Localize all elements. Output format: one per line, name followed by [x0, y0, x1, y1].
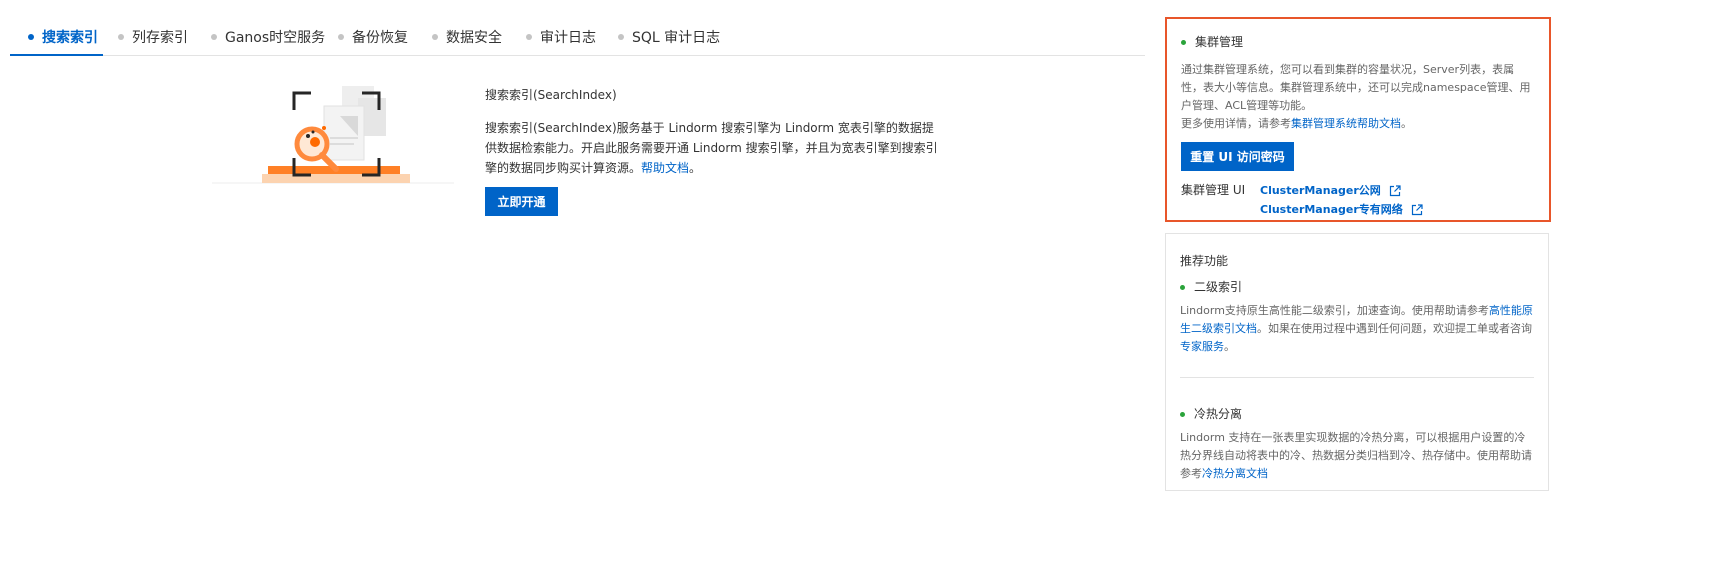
open-now-button[interactable]: 立即开通: [485, 187, 558, 216]
tab-label: Ganos时空服务: [225, 30, 326, 46]
cluster-ui-links: ClusterManager公网 ClusterManager专有网络: [1260, 181, 1423, 219]
private-link-text: ClusterManager专有网络: [1260, 203, 1403, 216]
status-dot-icon: [1180, 411, 1185, 417]
tab-dot-icon: [432, 34, 438, 40]
cluster-description: 通过集群管理系统，您可以看到集群的容量状况，Server列表，表属性，表大小等信…: [1181, 61, 1535, 133]
tab-search-index[interactable]: 搜索索引: [28, 18, 98, 56]
search-index-illustration: [212, 80, 454, 190]
cluster-ui-row: 集群管理 UI ClusterManager公网 ClusterManager专…: [1181, 181, 1535, 219]
status-dot-icon: [1180, 284, 1185, 290]
rec-text: 。: [1224, 340, 1235, 353]
tab-sql-audit-log[interactable]: SQL 审计日志: [618, 18, 720, 56]
tab-ganos[interactable]: Ganos时空服务: [211, 18, 325, 56]
search-index-illustration-icon: [212, 86, 454, 184]
rec-item-description: Lindorm 支持在一张表里实现数据的冷热分离，可以根据用户设置的冷热分界线自…: [1180, 429, 1534, 483]
expert-service-link[interactable]: 专家服务: [1180, 340, 1224, 353]
tab-label: 搜索索引: [42, 30, 98, 46]
cluster-manager-private-link[interactable]: ClusterManager专有网络: [1260, 200, 1423, 219]
hot-cold-doc-link[interactable]: 冷热分离文档: [1202, 467, 1268, 480]
rec-item-title-text: 冷热分离: [1194, 407, 1243, 421]
cluster-more-suffix: 。: [1401, 117, 1412, 130]
intro-title: 搜索索引(SearchIndex): [485, 88, 617, 102]
rec-text: 。如果在使用过程中遇到任何问题，欢迎提工单或者咨询: [1257, 322, 1532, 335]
cluster-ui-label: 集群管理 UI: [1181, 183, 1246, 197]
rec-text: Lindorm支持原生高性能二级索引，加速查询。使用帮助请参考: [1180, 304, 1489, 317]
recommend-title: 推荐功能: [1180, 254, 1229, 268]
cluster-desc-text: 通过集群管理系统，您可以看到集群的容量状况，Server列表，表属性，表大小等信…: [1181, 63, 1531, 112]
tab-label: 备份恢复: [352, 30, 408, 46]
cluster-title: 集群管理: [1181, 33, 1535, 51]
rec-item-title: 冷热分离: [1180, 405, 1534, 423]
external-link-icon: [1411, 203, 1423, 216]
active-tab-indicator: [10, 54, 103, 56]
tab-dot-icon: [118, 34, 124, 40]
public-link-text: ClusterManager公网: [1260, 184, 1381, 197]
tab-dot-icon: [211, 34, 217, 40]
divider: [1180, 377, 1534, 378]
status-dot-icon: [1181, 39, 1186, 45]
recommend-item-secondary-index: 二级索引 Lindorm支持原生高性能二级索引，加速查询。使用帮助请参考高性能原…: [1180, 278, 1534, 356]
tab-dot-icon: [526, 34, 532, 40]
tab-dot-icon: [28, 34, 34, 40]
cluster-title-text: 集群管理: [1195, 35, 1244, 49]
cluster-more-prefix: 更多使用详情，请参考: [1181, 117, 1291, 130]
tab-column-index[interactable]: 列存索引: [118, 18, 188, 56]
cluster-management-panel: 集群管理 通过集群管理系统，您可以看到集群的容量状况，Server列表，表属性，…: [1165, 17, 1551, 222]
intro-description: 搜索索引(SearchIndex)服务基于 Lindorm 搜索引擎为 Lind…: [485, 118, 945, 178]
rec-item-title: 二级索引: [1180, 278, 1534, 296]
cluster-help-doc-link[interactable]: 集群管理系统帮助文档: [1291, 117, 1401, 130]
tab-audit-log[interactable]: 审计日志: [526, 18, 596, 56]
recommend-item-hot-cold: 冷热分离 Lindorm 支持在一张表里实现数据的冷热分离，可以根据用户设置的冷…: [1180, 405, 1534, 483]
rec-item-title-text: 二级索引: [1194, 280, 1243, 294]
search-index-intro: 搜索索引(SearchIndex) 搜索索引(SearchIndex)服务基于 …: [485, 86, 945, 178]
tab-dot-icon: [618, 34, 624, 40]
cluster-manager-public-link[interactable]: ClusterManager公网: [1260, 181, 1423, 200]
intro-desc-end: 。: [689, 161, 702, 175]
rec-item-description: Lindorm支持原生高性能二级索引，加速查询。使用帮助请参考高性能原生二级索引…: [1180, 302, 1534, 356]
tab-data-security[interactable]: 数据安全: [432, 18, 502, 56]
tab-label: 数据安全: [446, 30, 502, 46]
tab-backup-restore[interactable]: 备份恢复: [338, 18, 408, 56]
recommended-features-panel: 推荐功能 二级索引 Lindorm支持原生高性能二级索引，加速查询。使用帮助请参…: [1165, 233, 1549, 491]
intro-desc-text: 搜索索引(SearchIndex)服务基于 Lindorm 搜索引擎为 Lind…: [485, 121, 938, 175]
tab-bar: 搜索索引 列存索引 Ganos时空服务 备份恢复 数据安全 审计日志 SQL 审…: [10, 18, 1145, 56]
tab-dot-icon: [338, 34, 344, 40]
reset-ui-password-button[interactable]: 重置 UI 访问密码: [1181, 142, 1294, 171]
tab-label: 列存索引: [132, 30, 188, 46]
help-doc-link[interactable]: 帮助文档: [641, 161, 689, 175]
external-link-icon: [1389, 184, 1401, 197]
tab-label: SQL 审计日志: [632, 30, 721, 46]
tab-label: 审计日志: [540, 30, 596, 46]
